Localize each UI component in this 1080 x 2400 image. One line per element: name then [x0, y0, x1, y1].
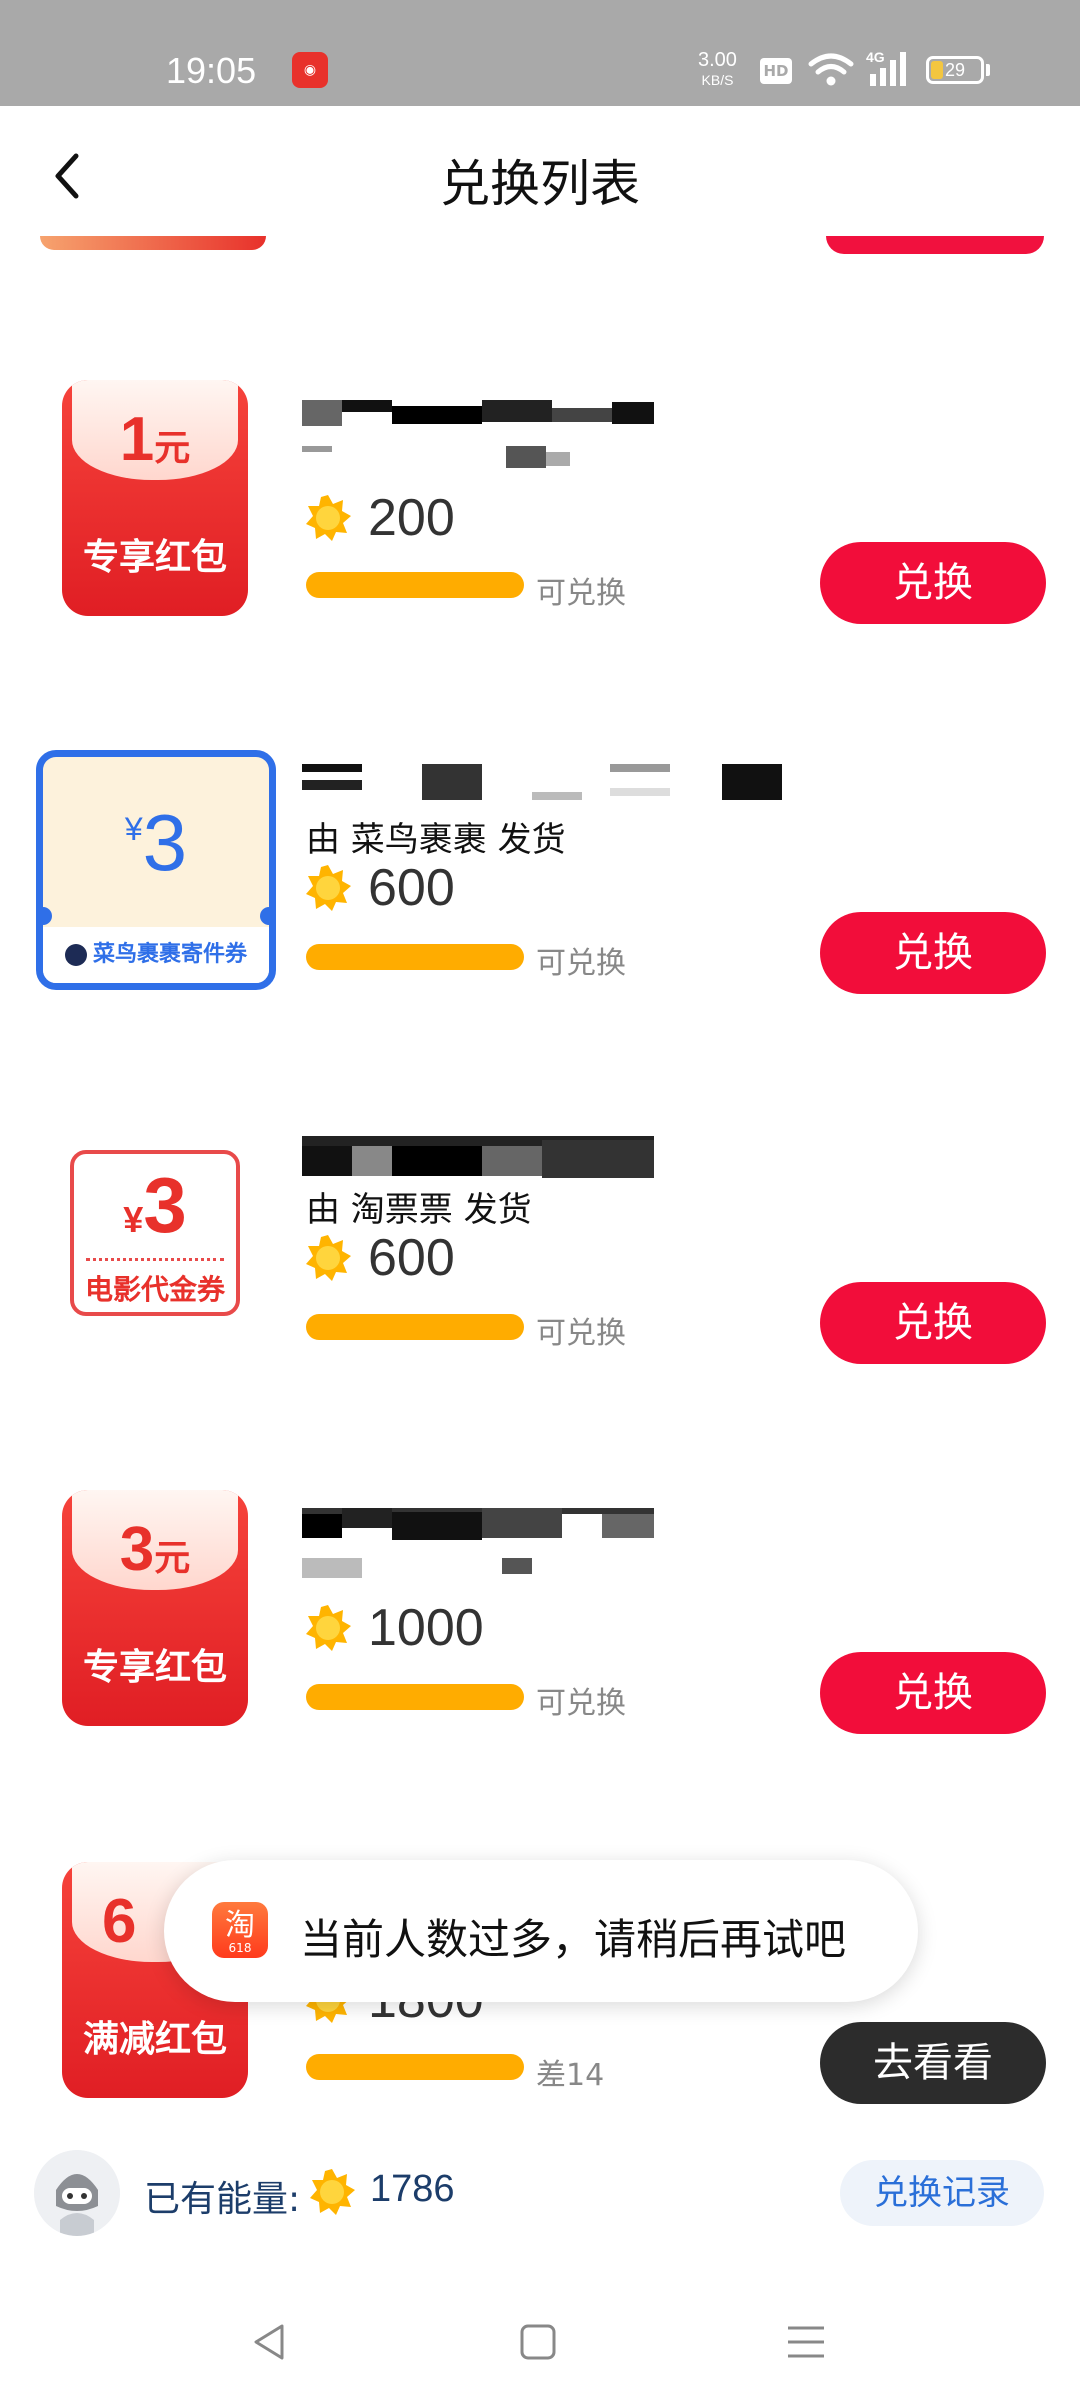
redeem-button[interactable]: 兑换 [820, 542, 1046, 624]
nav-back-icon[interactable] [240, 2312, 300, 2372]
redeem-button[interactable]: 兑换 [820, 912, 1046, 994]
list-item: ¥3 菜鸟裹裹寄件券 由 菜鸟裹裹 发货 600 可兑换 兑换 [0, 750, 1080, 1050]
signal-label: 4G [866, 49, 885, 65]
item-price: 600 [368, 1229, 455, 1287]
progress-bar [306, 1314, 524, 1340]
thumb-label: 满减红包 [82, 2019, 227, 2060]
energy-coin-icon [310, 2169, 355, 2215]
energy-coin-icon [306, 495, 351, 541]
energy-coin-icon [306, 1235, 351, 1281]
energy-label: 已有能量: [144, 2179, 301, 2220]
energy-coin-icon [306, 865, 351, 911]
wifi-icon [808, 53, 854, 86]
avatar[interactable] [34, 2150, 120, 2236]
previous-item-thumb-edge [40, 236, 266, 250]
item-sender: 由 菜鸟裹裹 发货 [306, 820, 566, 860]
hd-icon: HD [760, 58, 792, 84]
redeem-status: 差14 [536, 2058, 605, 2093]
network-speed: 3.00 KB/S [698, 49, 737, 88]
battery-icon: 29 [926, 56, 984, 84]
previous-item-button-edge[interactable] [826, 236, 1044, 254]
toast-message: 淘 618 当前人数过多，请稍后再试吧 [164, 1860, 918, 2002]
signal-icon: 4G [866, 49, 906, 86]
energy-value: 1786 [370, 2168, 455, 2210]
item-title-redacted [302, 400, 654, 470]
nav-menu-icon[interactable] [776, 2312, 836, 2372]
page-title: 兑换列表 [440, 155, 640, 213]
thumb-label: 电影代金券 [84, 1273, 225, 1306]
redeem-status: 可兑换 [536, 576, 626, 611]
toast-text: 当前人数过多，请稍后再试吧 [300, 1915, 847, 1964]
progress-bar [306, 944, 524, 970]
thumb-amount: 3元 [119, 1515, 191, 1584]
page-header: 兑换列表 [0, 106, 1080, 238]
item-title-redacted [302, 1508, 654, 1578]
nav-home-icon[interactable] [508, 2312, 568, 2372]
energy-footer: 已有能量: 1786 兑换记录 [0, 2122, 1080, 2272]
item-price: 600 [368, 859, 455, 917]
thumb-label: 专享红包 [82, 1647, 227, 1688]
red-packet-thumb: 3元 专享红包 [36, 1490, 276, 1730]
progress-bar [306, 2054, 524, 2080]
status-time: 19:05 [166, 50, 257, 91]
redeem-status: 可兑换 [536, 1686, 626, 1721]
list-item: ¥3 电影代金券 由 淘票票 发货 600 可兑换 兑换 [0, 1120, 1080, 1420]
avatar-icon [34, 2150, 120, 2236]
redeem-record-button[interactable]: 兑换记录 [840, 2160, 1044, 2226]
thumb-label: 专享红包 [82, 537, 227, 578]
red-packet-thumb: 1元 专享红包 [36, 380, 276, 620]
redeem-button[interactable]: 兑换 [820, 1652, 1046, 1734]
energy-coin-icon [306, 1605, 351, 1651]
item-sender: 由 淘票票 发货 [306, 1190, 532, 1230]
redeem-status: 可兑换 [536, 1316, 626, 1351]
progress-bar [306, 572, 524, 598]
item-price: 200 [368, 489, 455, 547]
list-item: 1元 专享红包 200 可兑换 兑换 [0, 380, 1080, 680]
go-view-button[interactable]: 去看看 [820, 2022, 1046, 2104]
redeem-button[interactable]: 兑换 [820, 1282, 1046, 1364]
movie-voucher-thumb: ¥3 电影代金券 [36, 1120, 276, 1360]
item-price: 1000 [368, 1599, 484, 1657]
list-item: 3元 专享红包 1000 可兑换 兑换 [0, 1490, 1080, 1790]
cainiao-coupon-thumb: ¥3 菜鸟裹裹寄件券 [36, 750, 276, 990]
cainiao-logo-icon [64, 944, 87, 966]
thumb-amount: 1元 [119, 405, 191, 474]
status-bar: 19:05 ◉ 3.00 KB/S HD 4G 29 [0, 0, 1080, 106]
system-nav-bar [0, 2272, 1080, 2400]
taobao-app-icon: 淘 618 [212, 1902, 268, 1958]
redeem-status: 可兑换 [536, 946, 626, 981]
progress-bar [306, 1684, 524, 1710]
taobao-notification-icon: ◉ [292, 52, 328, 88]
thumb-label: 菜鸟裹裹寄件券 [43, 927, 269, 983]
